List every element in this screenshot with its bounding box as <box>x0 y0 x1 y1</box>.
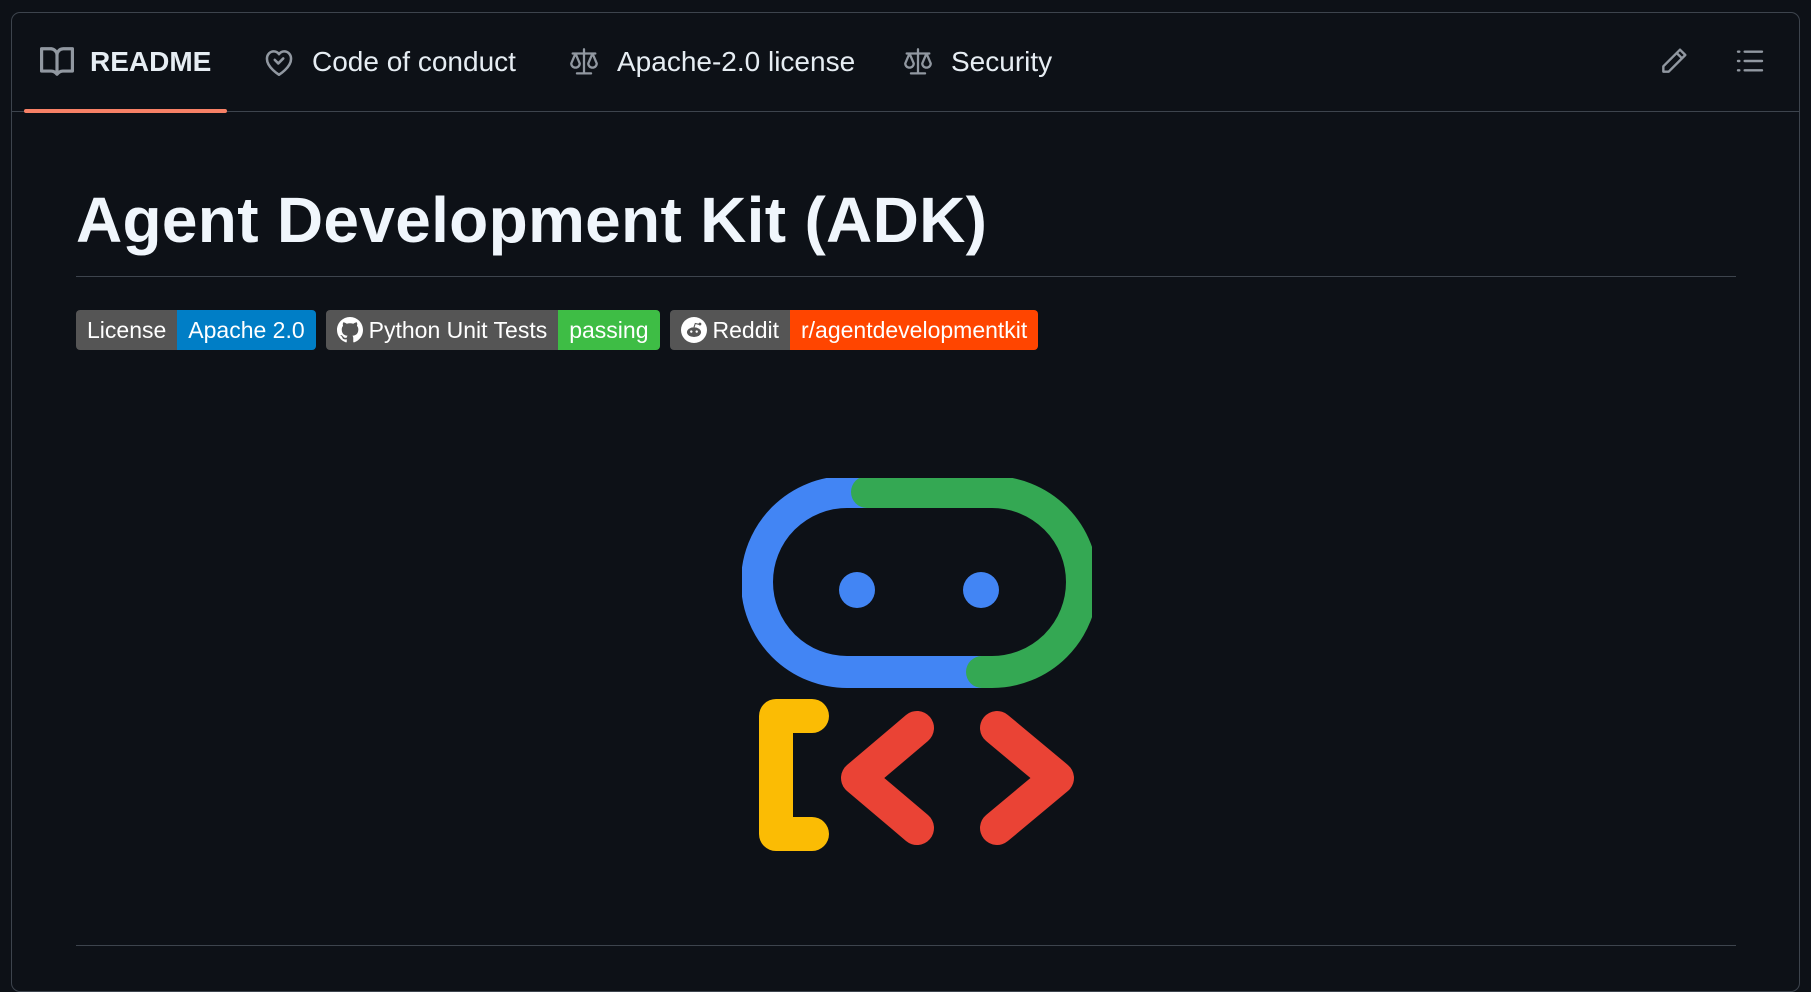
logo-chevron-left <box>841 711 934 845</box>
book-icon <box>40 45 74 79</box>
logo-bracket <box>759 699 829 851</box>
badge-label-wrap: Python Unit Tests <box>325 310 559 350</box>
badge-value: passing <box>558 310 660 350</box>
list-icon <box>1736 50 1764 72</box>
github-icon <box>336 317 363 343</box>
adk-logo <box>742 478 1092 851</box>
badge-label-wrap: Reddit <box>669 310 790 350</box>
badge-value: r/agentdevelopmentkit <box>789 310 1039 350</box>
tab-label: Code of conduct <box>312 46 516 77</box>
logo-chevron-right <box>980 711 1074 845</box>
tab-license[interactable]: Apache-2.0 license <box>567 13 855 111</box>
reddit-icon <box>680 317 707 343</box>
tab-code-of-conduct[interactable]: Code of conduct <box>262 13 516 111</box>
title-divider <box>76 276 1736 277</box>
law-scale-icon <box>567 45 601 79</box>
tab-security[interactable]: Security <box>901 13 1052 111</box>
badge-label: License <box>76 310 178 350</box>
badge-label: Python Unit Tests <box>368 316 548 343</box>
tab-readme[interactable]: README <box>23 13 228 113</box>
pencil-icon <box>1662 48 1687 73</box>
badge-value: Apache 2.0 <box>177 310 316 350</box>
law-scale-icon <box>901 45 935 79</box>
logo-eye-left <box>839 572 875 608</box>
tab-label: README <box>90 46 212 77</box>
readme-tab-bar: README Code of conduct Apache-2.0 licens… <box>12 13 1799 113</box>
logo-eye-right <box>963 572 999 608</box>
page-title: Agent Development Kit (ADK) <box>76 184 988 256</box>
readme-panel: README Code of conduct Apache-2.0 licens… <box>11 12 1800 992</box>
outline-button[interactable] <box>1732 43 1768 79</box>
reddit-badge[interactable]: Reddit r/agentdevelopmentkit <box>669 310 1039 350</box>
tab-label: Security <box>951 46 1053 77</box>
edit-button[interactable] <box>1656 43 1692 79</box>
tests-badge[interactable]: Python Unit Tests passing <box>325 310 660 350</box>
license-badge[interactable]: License Apache 2.0 <box>76 310 316 350</box>
tab-label: Apache-2.0 license <box>617 46 856 77</box>
section-divider <box>76 945 1736 946</box>
heart-handshake-icon <box>262 45 296 79</box>
badge-row: License Apache 2.0 Python Unit Tests pas… <box>76 310 1039 350</box>
badge-label: Reddit <box>712 316 779 343</box>
